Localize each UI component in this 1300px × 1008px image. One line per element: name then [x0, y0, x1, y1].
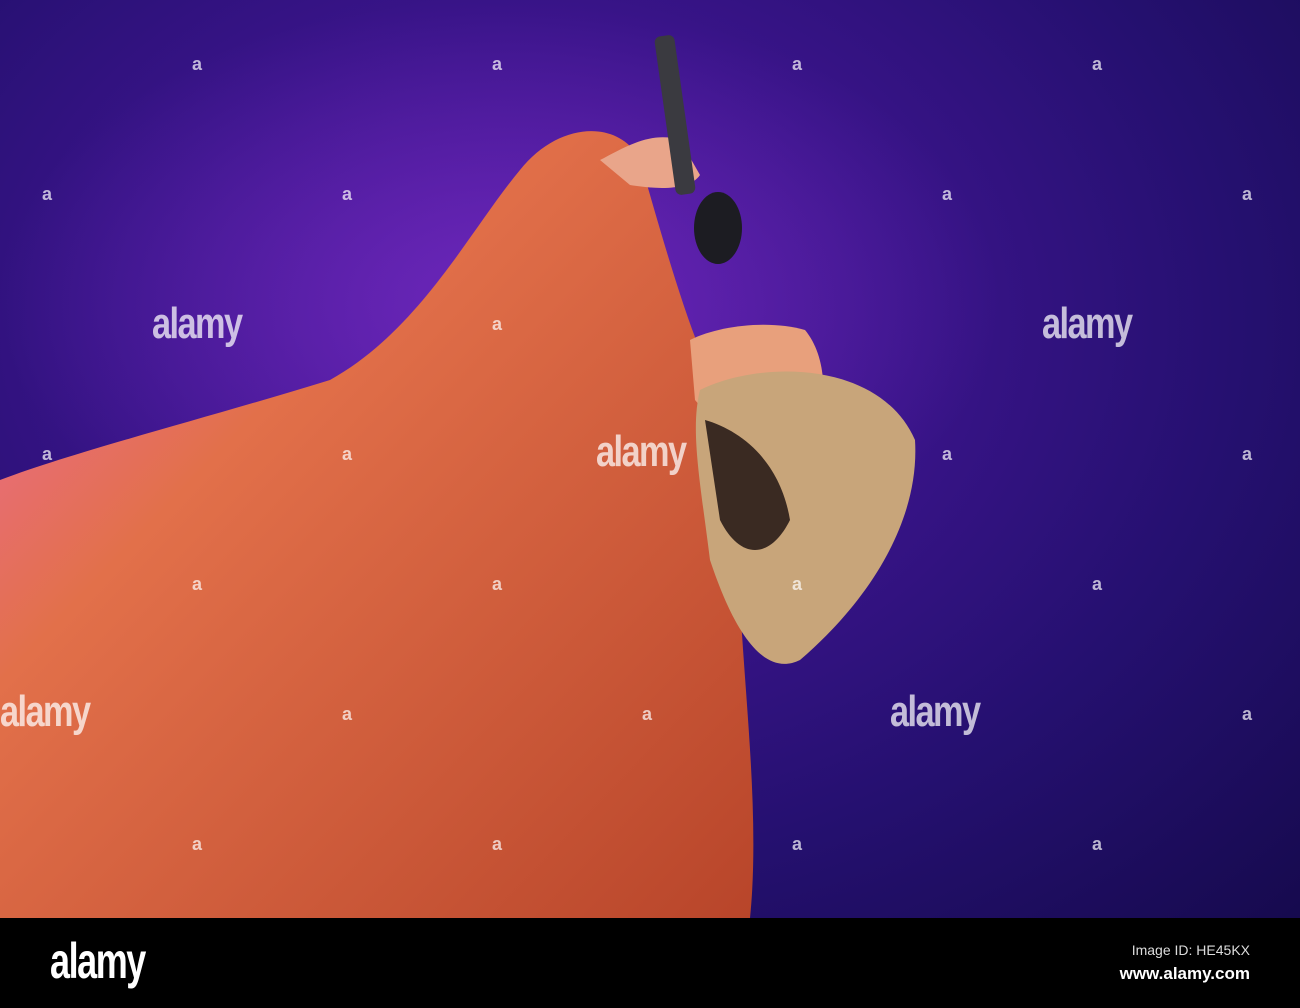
alamy-logo: alamy	[50, 933, 146, 989]
watermark-mark: a	[1092, 574, 1103, 594]
watermark-mark: a	[192, 834, 203, 854]
watermark-mark: a	[1092, 834, 1103, 854]
watermark-mark: a	[1242, 704, 1253, 724]
watermark-mark: a	[492, 314, 503, 334]
watermark: alamy	[1042, 299, 1133, 348]
watermark-mark: a	[942, 184, 953, 204]
watermark: alamy	[152, 299, 243, 348]
footer-bar: alamy Image ID: HE45KX www.alamy.com	[0, 918, 1300, 1008]
watermark-mark: a	[792, 574, 803, 594]
watermark-mark: a	[1242, 444, 1253, 464]
watermark: alamy	[596, 427, 687, 476]
watermark-mark: a	[792, 54, 803, 74]
watermark-mark: a	[1092, 54, 1103, 74]
site-url[interactable]: www.alamy.com	[1120, 964, 1250, 984]
watermark-mark: a	[192, 54, 203, 74]
watermark-mark: a	[1242, 184, 1253, 204]
watermark-mark: a	[492, 54, 503, 74]
watermark-mark: a	[942, 444, 953, 464]
watermark-mark: a	[342, 704, 353, 724]
stage-photo: alamy alamy alamy alamy alamy a a a a a …	[0, 0, 1300, 918]
image-id: Image ID: HE45KX	[1131, 942, 1250, 958]
watermark-mark: a	[342, 184, 353, 204]
watermark: alamy	[890, 687, 981, 736]
watermark-mark: a	[192, 574, 203, 594]
watermark-mark: a	[492, 574, 503, 594]
watermark-mark: a	[492, 834, 503, 854]
watermark-mark: a	[642, 704, 653, 724]
watermark-mark: a	[42, 444, 53, 464]
watermark-mark: a	[42, 184, 53, 204]
watermark: alamy	[0, 687, 91, 736]
watermark-mark: a	[792, 834, 803, 854]
watermark-mark: a	[342, 444, 353, 464]
